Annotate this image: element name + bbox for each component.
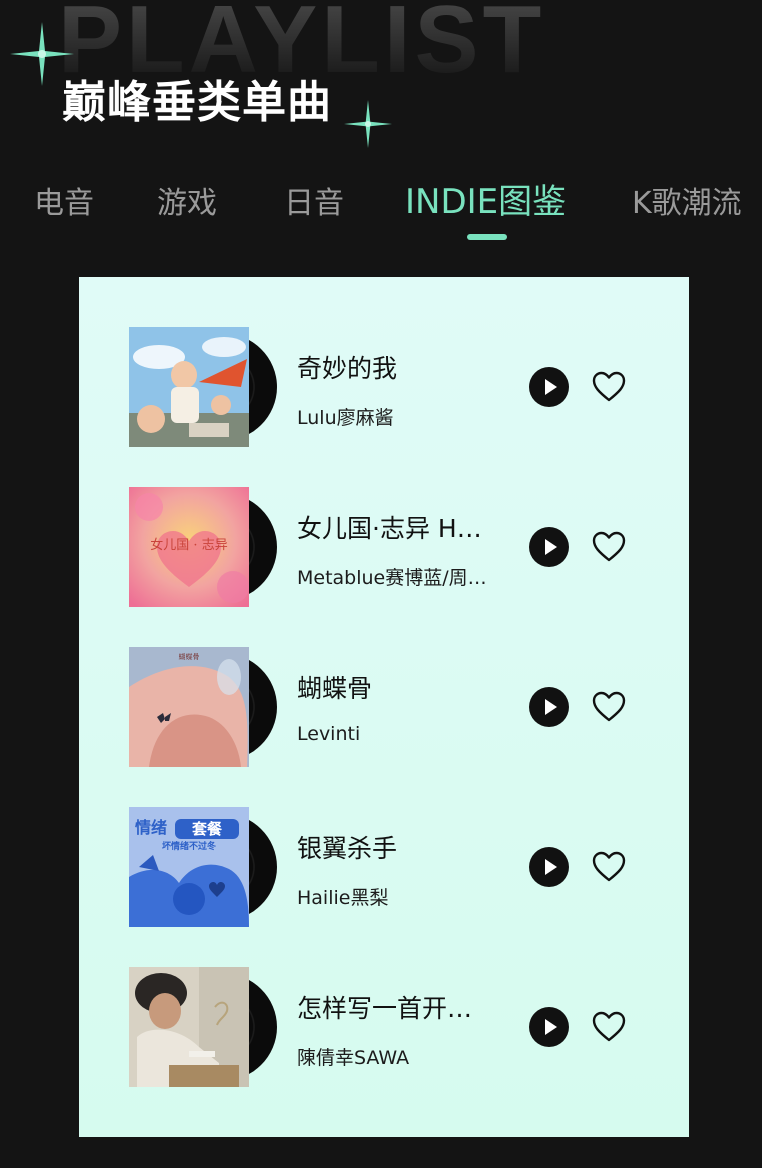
play-button[interactable]	[529, 687, 569, 727]
album-cover[interactable]	[129, 967, 249, 1087]
like-button[interactable]	[591, 849, 627, 885]
heart-outline-icon	[592, 371, 626, 402]
cover-text: 女儿国 · 志异	[150, 537, 227, 553]
list-item[interactable]: 怎样写一首开… 陳倩幸SAWA	[79, 967, 689, 1087]
tab-game[interactable]: 游戏	[157, 178, 217, 222]
heart-outline-icon	[592, 691, 626, 722]
song-title: 蝴蝶骨	[297, 674, 373, 703]
song-title: 女儿国·志异 H…	[297, 514, 482, 543]
song-list: 奇妙的我 Lulu廖麻酱 女儿国 · 志异 女儿国·志异 H… Metablue…	[79, 277, 689, 1137]
list-item[interactable]: 情绪 套餐 坏情绪不过冬 银翼杀手 Hailie黑梨	[79, 807, 689, 927]
list-item[interactable]: 蝴蝶骨 蝴蝶骨 Levinti	[79, 647, 689, 767]
song-artist: 陳倩幸SAWA	[297, 1047, 410, 1069]
like-button[interactable]	[591, 369, 627, 405]
sparkle-icon	[344, 100, 392, 148]
play-button[interactable]	[529, 527, 569, 567]
song-title: 怎样写一首开…	[297, 994, 473, 1023]
category-tabs: 电音 游戏 日音 INDIE图鉴 K歌潮流	[0, 170, 762, 250]
play-icon	[545, 379, 557, 395]
play-button[interactable]	[529, 367, 569, 407]
play-icon	[545, 1019, 557, 1035]
list-item[interactable]: 女儿国 · 志异 女儿国·志异 H… Metablue赛博蓝/周…	[79, 487, 689, 607]
like-button[interactable]	[591, 529, 627, 565]
tab-karaoke[interactable]: K歌潮流	[632, 178, 742, 222]
tab-indie[interactable]: INDIE图鉴	[405, 174, 566, 223]
song-artist: Lulu廖麻酱	[297, 407, 394, 429]
page-title: 巅峰垂类单曲	[62, 77, 332, 128]
heart-outline-icon	[592, 1011, 626, 1042]
tab-electronic[interactable]: 电音	[34, 178, 94, 222]
cover-text: 套餐	[191, 820, 223, 838]
tab-japanese[interactable]: 日音	[284, 178, 344, 222]
list-item[interactable]: 奇妙的我 Lulu廖麻酱	[79, 327, 689, 447]
like-button[interactable]	[591, 689, 627, 725]
cover-text: 情绪	[135, 818, 167, 837]
song-artist: Metablue赛博蓝/周…	[297, 567, 487, 589]
like-button[interactable]	[591, 1009, 627, 1045]
album-cover[interactable]	[129, 327, 249, 447]
song-artist: Levinti	[297, 723, 361, 745]
heart-outline-icon	[592, 531, 626, 562]
song-title: 银翼杀手	[297, 834, 398, 863]
active-tab-indicator	[467, 234, 507, 240]
play-button[interactable]	[529, 1007, 569, 1047]
play-icon	[545, 859, 557, 875]
heart-outline-icon	[592, 851, 626, 882]
play-icon	[545, 539, 557, 555]
song-title: 奇妙的我	[297, 354, 398, 383]
album-cover[interactable]: 情绪 套餐 坏情绪不过冬	[129, 807, 249, 927]
cover-text: 蝴蝶骨	[179, 652, 200, 661]
song-artist: Hailie黑梨	[297, 887, 389, 909]
play-icon	[545, 699, 557, 715]
album-cover[interactable]: 蝴蝶骨	[129, 647, 249, 767]
album-cover[interactable]: 女儿国 · 志异	[129, 487, 249, 607]
header: PLAYLIST 巅峰垂类单曲	[0, 0, 762, 160]
play-button[interactable]	[529, 847, 569, 887]
cover-text: 坏情绪不过冬	[162, 840, 217, 852]
